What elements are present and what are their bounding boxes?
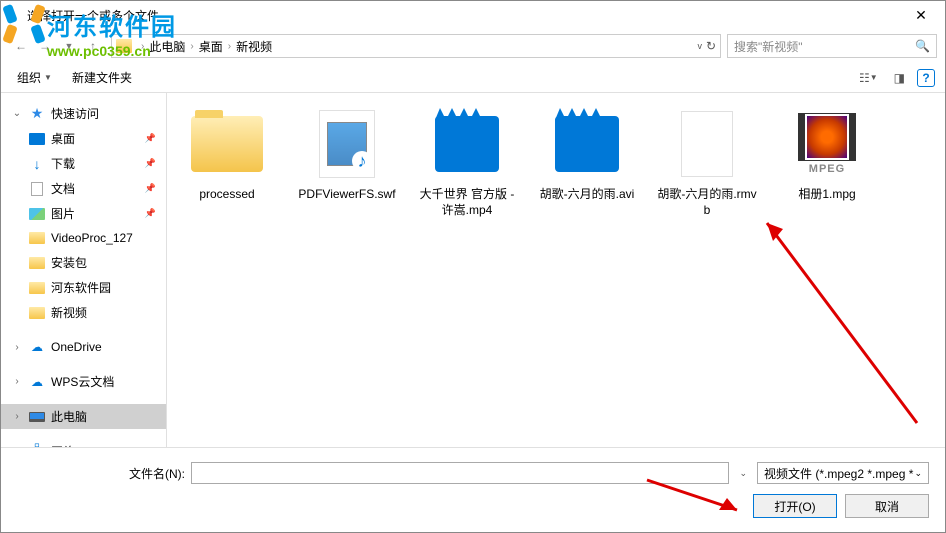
search-input[interactable]: 搜索"新视频" 🔍: [727, 34, 937, 58]
sidebar-item[interactable]: 新视频: [1, 300, 166, 325]
recent-dropdown[interactable]: ▼: [57, 34, 81, 58]
file-item[interactable]: 大千世界 官方版 - 许嵩.mp4: [417, 105, 517, 218]
sidebar-item[interactable]: 文档📌: [1, 176, 166, 201]
organize-menu[interactable]: 组织▼: [11, 67, 58, 88]
doc-icon: [29, 181, 45, 197]
path-dropdown[interactable]: v: [697, 41, 702, 51]
open-button[interactable]: 打开(O): [753, 494, 837, 518]
sidebar-wps[interactable]: ›☁ WPS云文档: [1, 369, 166, 394]
pin-icon: 📌: [145, 183, 156, 194]
pic-icon: [29, 206, 45, 222]
file-thumbnail: [305, 105, 389, 183]
star-icon: ★: [29, 106, 45, 122]
sidebar-quick-access[interactable]: ⌄★ 快速访问: [1, 101, 166, 126]
annotation-arrow: [747, 213, 937, 443]
file-item[interactable]: processed: [177, 105, 277, 218]
breadcrumb-item[interactable]: 桌面: [197, 38, 225, 55]
sidebar-item[interactable]: 安装包: [1, 250, 166, 275]
view-mode-button[interactable]: ☷ ▼: [855, 69, 882, 87]
pin-icon: 📌: [145, 133, 156, 144]
cancel-button[interactable]: 取消: [845, 494, 929, 518]
file-thumbnail: [185, 105, 269, 183]
filetype-filter[interactable]: 视频文件 (*.mpeg2 *.mpeg *⌄: [757, 462, 929, 484]
folder-icon: [116, 39, 132, 53]
sidebar-item[interactable]: 图片📌: [1, 201, 166, 226]
file-name: processed: [199, 187, 254, 203]
cloud-icon: ☁: [29, 374, 45, 390]
file-name: 胡歌-六月的雨.rmvb: [657, 187, 757, 218]
pin-icon: 📌: [145, 158, 156, 169]
folder-icon: [29, 255, 45, 271]
file-name: 胡歌-六月的雨.avi: [540, 187, 635, 203]
back-button[interactable]: ←: [9, 34, 33, 58]
blue-icon: [29, 131, 45, 147]
file-thumbnail: [425, 105, 509, 183]
breadcrumb-item[interactable]: 新视频: [234, 38, 274, 55]
bottom-panel: 文件名(N): ⌄ 视频文件 (*.mpeg2 *.mpeg *⌄ 打开(O) …: [1, 447, 945, 532]
filename-label: 文件名(N):: [129, 465, 185, 482]
sidebar: ⌄★ 快速访问 桌面📌↓下载📌文档📌图片📌 VideoProc_127安装包河东…: [1, 93, 167, 447]
folder-icon: [29, 280, 45, 296]
close-button[interactable]: ✕: [901, 1, 941, 29]
sidebar-item[interactable]: VideoProc_127: [1, 226, 166, 250]
file-item[interactable]: MPEG 相册1.mpg: [777, 105, 877, 218]
forward-button[interactable]: →: [33, 34, 57, 58]
search-icon: 🔍: [915, 39, 930, 53]
dl-icon: ↓: [29, 156, 45, 172]
sidebar-onedrive[interactable]: ›☁ OneDrive: [1, 335, 166, 359]
filename-dropdown[interactable]: ⌄: [735, 468, 751, 479]
titlebar: 选择打开一个或多个文件 ✕: [1, 1, 945, 29]
file-name: PDFViewerFS.swf: [298, 187, 395, 203]
breadcrumb[interactable]: › 此电脑 › 桌面 › 新视频 v↻: [111, 34, 721, 58]
sidebar-item[interactable]: ↓下载📌: [1, 151, 166, 176]
preview-pane-button[interactable]: ◨: [890, 69, 909, 87]
sidebar-network[interactable]: ›🖧 网络: [1, 439, 166, 447]
up-button[interactable]: ↑: [81, 34, 105, 58]
pin-icon: 📌: [145, 208, 156, 219]
sidebar-this-pc[interactable]: › 此电脑: [1, 404, 166, 429]
file-name: 大千世界 官方版 - 许嵩.mp4: [417, 187, 517, 218]
folder-icon: [29, 230, 45, 246]
pc-icon: [29, 409, 45, 425]
sidebar-item[interactable]: 河东软件园: [1, 275, 166, 300]
refresh-button[interactable]: ↻: [706, 39, 716, 53]
folder-icon: [29, 305, 45, 321]
help-button[interactable]: ?: [917, 69, 935, 87]
search-placeholder: 搜索"新视频": [734, 38, 803, 55]
address-bar-row: ← → ▼ ↑ › 此电脑 › 桌面 › 新视频 v↻ 搜索"新视频" 🔍: [1, 29, 945, 63]
file-thumbnail: [545, 105, 629, 183]
sidebar-item[interactable]: 桌面📌: [1, 126, 166, 151]
new-folder-button[interactable]: 新建文件夹: [66, 67, 138, 88]
filename-input[interactable]: [191, 462, 729, 484]
toolbar: 组织▼ 新建文件夹 ☷ ▼ ◨ ?: [1, 63, 945, 93]
file-thumbnail: [665, 105, 749, 183]
breadcrumb-item[interactable]: 此电脑: [147, 38, 187, 55]
file-item[interactable]: PDFViewerFS.swf: [297, 105, 397, 218]
file-item[interactable]: 胡歌-六月的雨.rmvb: [657, 105, 757, 218]
file-thumbnail: MPEG: [785, 105, 869, 183]
cloud-icon: ☁: [29, 339, 45, 355]
file-grid[interactable]: processed PDFViewerFS.swf 大千世界 官方版 - 许嵩.mp…: [167, 93, 945, 447]
file-name: 相册1.mpg: [798, 187, 855, 203]
file-item[interactable]: 胡歌-六月的雨.avi: [537, 105, 637, 218]
window-title: 选择打开一个或多个文件: [27, 7, 159, 24]
